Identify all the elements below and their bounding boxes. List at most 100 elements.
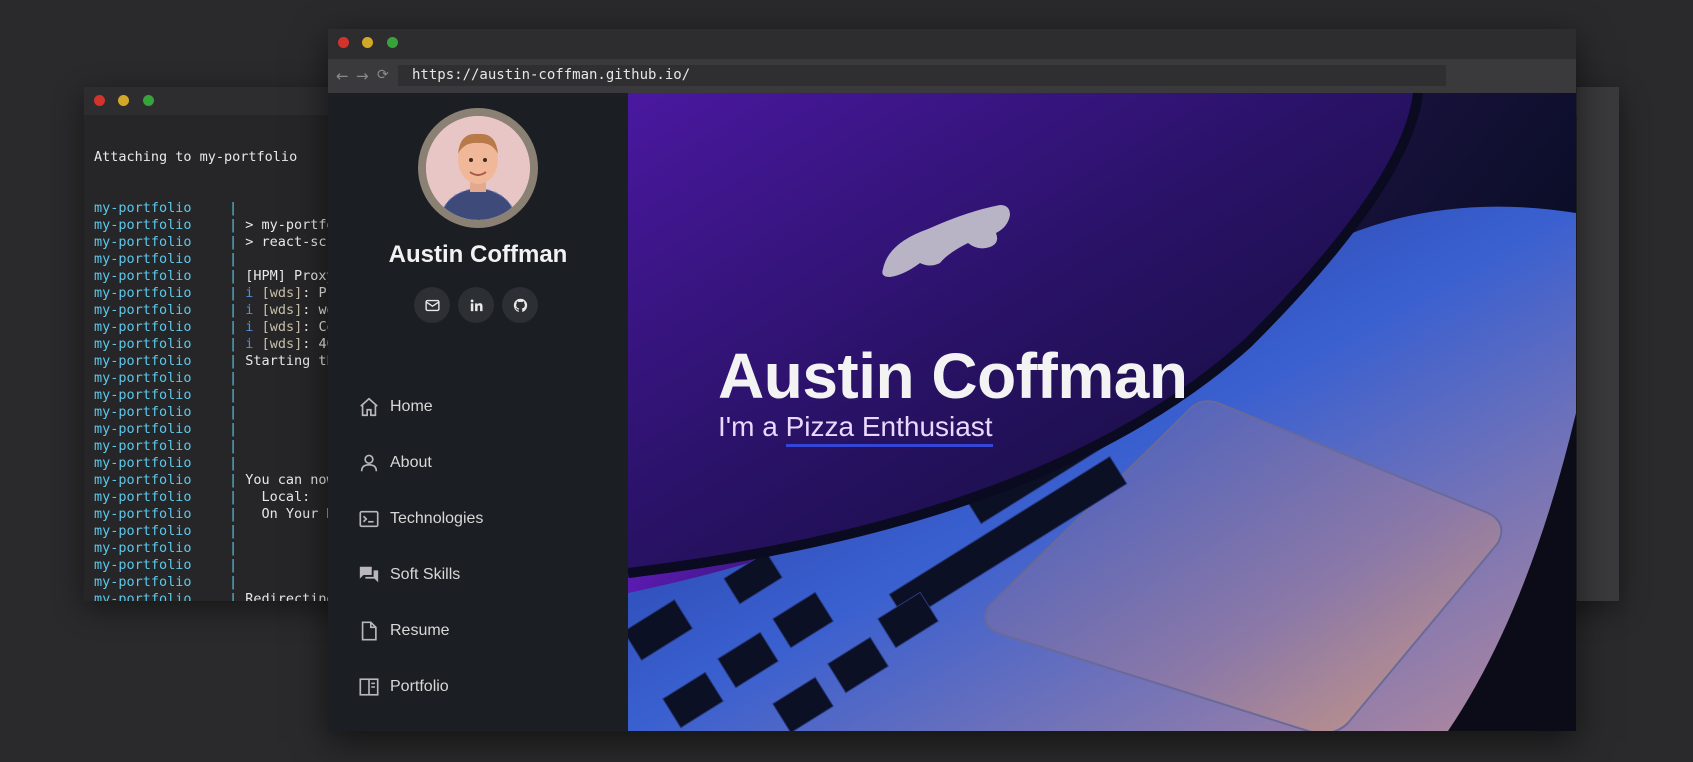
container-name: my-portfolio: [94, 285, 192, 301]
container-name: my-portfolio: [94, 506, 192, 522]
book-icon: [359, 678, 379, 696]
info-marker: i: [245, 336, 254, 352]
wds-tag: [wds]: [261, 302, 303, 318]
linkedin-link[interactable]: [458, 287, 494, 323]
portfolio-page: Austin Coffman Home About Technologies S…: [328, 93, 1576, 731]
container-name: my-portfolio: [94, 404, 192, 420]
sidebar-item-home[interactable]: Home: [358, 392, 433, 422]
container-name: my-portfolio: [94, 540, 192, 556]
container-name: my-portfolio: [94, 302, 192, 318]
minimize-icon[interactable]: [362, 37, 373, 48]
separator: |: [229, 251, 238, 267]
sidebar-item-label: Home: [390, 398, 433, 415]
hero-subtitle: I'm a Pizza Enthusiast: [718, 411, 993, 447]
sidebar-item-soft-skills[interactable]: Soft Skills: [358, 560, 460, 590]
container-name: my-portfolio: [94, 217, 192, 233]
github-link[interactable]: [502, 287, 538, 323]
line-text: Local:: [245, 489, 311, 505]
separator: |: [229, 387, 238, 403]
user-icon: [360, 454, 378, 472]
line-text: [HPM] Proxy: [245, 268, 335, 284]
separator: |: [229, 234, 238, 250]
container-name: my-portfolio: [94, 370, 192, 386]
sidebar-item-about[interactable]: About: [358, 448, 432, 478]
email-link[interactable]: [414, 287, 450, 323]
separator: |: [229, 523, 238, 539]
linkedin-icon: [470, 298, 483, 311]
line-text: Starting th: [245, 353, 335, 369]
separator: |: [229, 217, 238, 233]
github-icon: [513, 298, 527, 312]
terminal-icon: [359, 510, 379, 528]
info-marker: i: [245, 302, 254, 318]
hero-section: Austin Coffman I'm a Pizza Enthusiast: [628, 93, 1576, 731]
container-name: my-portfolio: [94, 234, 192, 250]
separator: |: [229, 268, 238, 284]
hero-title: Austin Coffman: [718, 340, 1188, 412]
minimize-icon[interactable]: [118, 95, 129, 106]
close-icon[interactable]: [338, 37, 349, 48]
container-name: my-portfolio: [94, 319, 192, 335]
sidebar-item-resume[interactable]: Resume: [358, 616, 450, 646]
sidebar-item-label: About: [390, 454, 432, 471]
sidebar-item-label: Technologies: [390, 510, 484, 527]
hero-subtitle-prefix: I'm a: [718, 411, 786, 442]
container-name: my-portfolio: [94, 421, 192, 437]
separator: |: [229, 285, 238, 301]
desktop: Attaching to my-portfolio my-portfolio | …: [0, 0, 1693, 762]
separator: |: [229, 455, 238, 471]
chat-icon: [359, 566, 379, 583]
separator: |: [229, 421, 238, 437]
container-name: my-portfolio: [94, 489, 192, 505]
home-icon: [360, 397, 378, 417]
separator: |: [229, 302, 238, 318]
separator: |: [229, 336, 238, 352]
document-icon: [361, 621, 377, 641]
container-name: my-portfolio: [94, 200, 192, 216]
sidebar-item-technologies[interactable]: Technologies: [358, 504, 483, 534]
separator: |: [229, 557, 238, 573]
separator: |: [229, 591, 238, 601]
close-icon[interactable]: [94, 95, 105, 106]
terminal-edge: [1577, 87, 1619, 601]
maximize-icon[interactable]: [143, 95, 154, 106]
separator: |: [229, 506, 238, 522]
sidebar-item-portfolio[interactable]: Portfolio: [358, 672, 449, 702]
separator: |: [229, 370, 238, 386]
url-input[interactable]: https://austin-coffman.github.io/: [398, 65, 1446, 86]
address-bar: ← → ⟳ https://austin-coffman.github.io/: [328, 59, 1576, 93]
info-marker: i: [245, 285, 254, 301]
separator: |: [229, 540, 238, 556]
container-name: my-portfolio: [94, 353, 192, 369]
wds-tag: [wds]: [261, 319, 303, 335]
sidebar-item-label: Resume: [390, 622, 450, 639]
typed-text: Pizza Enthusiast: [785, 411, 993, 447]
container-name: my-portfolio: [94, 438, 192, 454]
line-text: You can now: [245, 472, 335, 488]
info-marker: i: [245, 319, 254, 335]
sidebar-item-label: Portfolio: [390, 678, 449, 695]
wds-tag: [wds]: [261, 336, 303, 352]
separator: |: [229, 353, 238, 369]
separator: |: [229, 472, 238, 488]
arrow-right-icon[interactable]: →: [356, 67, 369, 85]
wds-tag: [wds]: [261, 285, 303, 301]
line-text: Redirecting: [245, 591, 335, 601]
separator: |: [229, 438, 238, 454]
maximize-icon[interactable]: [387, 37, 398, 48]
arrow-left-icon[interactable]: ←: [336, 67, 349, 85]
profile-name: Austin Coffman: [388, 241, 568, 268]
separator: |: [229, 319, 238, 335]
profile-photo: [426, 116, 530, 220]
avatar: [418, 108, 538, 228]
browser-titlebar[interactable]: [328, 29, 1576, 59]
reload-icon[interactable]: ⟳: [377, 67, 389, 83]
container-name: my-portfolio: [94, 455, 192, 471]
container-name: my-portfolio: [94, 557, 192, 573]
sidebar-item-label: Soft Skills: [390, 566, 461, 583]
sidebar: Austin Coffman Home About Technologies S…: [328, 93, 628, 731]
container-name: my-portfolio: [94, 574, 192, 590]
separator: |: [229, 489, 238, 505]
browser-window[interactable]: ← → ⟳ https://austin-coffman.github.io/: [328, 29, 1576, 731]
line-text: > my-portfo: [245, 217, 335, 233]
